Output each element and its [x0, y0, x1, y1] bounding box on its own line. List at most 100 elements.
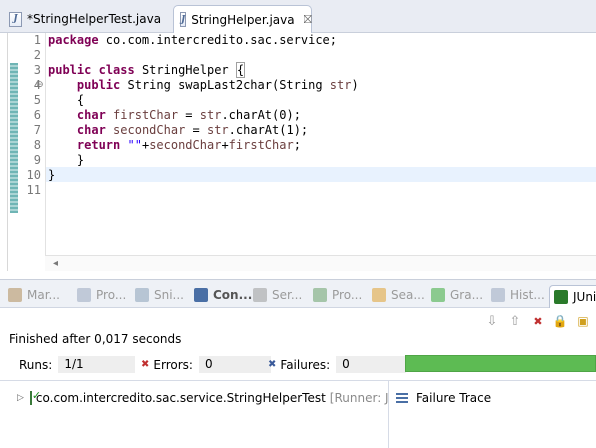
code-token: secondChar: [113, 123, 186, 137]
expand-icon[interactable]: ▷: [17, 393, 24, 403]
code-line[interactable]: }: [48, 153, 84, 168]
code-token: str: [206, 123, 229, 137]
runs-counter: Runs: 1/1: [19, 356, 136, 373]
code-token: {: [235, 62, 246, 78]
show-failures-only-icon[interactable]: ✖: [530, 313, 546, 329]
view-tab-label: Pro...: [96, 288, 127, 302]
code-token: String swapLast2char(String: [120, 78, 330, 92]
view-tab-label: Pro...: [332, 288, 363, 302]
runs-value: 1/1: [58, 356, 136, 373]
horizontal-scrollbar[interactable]: ◂: [45, 255, 596, 271]
junit-panel: Mar... Pro... Sni... Con... Ser... Pro... Sea.…: [0, 279, 596, 448]
line-number: 5: [33, 93, 41, 107]
line-number-gutter: 1 2 3 4 ⊖ 5 6 7 8 9 10 11: [18, 33, 45, 255]
code-line[interactable]: char secondChar = str.charAt(1);: [48, 123, 308, 138]
code-token: }: [48, 153, 85, 167]
line-number: 8: [33, 138, 41, 152]
close-icon[interactable]: ⛝: [304, 13, 312, 27]
view-tab-bar: Mar... Pro... Sni... Con... Ser... Pro... Sea.…: [0, 280, 596, 308]
code-line[interactable]: {: [48, 93, 84, 108]
code-token: co.com.intercredito.sac.service;: [98, 33, 337, 47]
scroll-left-icon[interactable]: ◂: [53, 256, 58, 272]
code-token: public: [76, 78, 121, 92]
failures-counter: ✖ Failures: 0: [268, 356, 407, 373]
line-number: 10: [26, 168, 41, 182]
code-token: str: [329, 78, 352, 92]
view-tab-snippets[interactable]: Sni...: [135, 285, 184, 305]
line-number: 2: [33, 48, 41, 62]
code-token: char: [76, 108, 106, 122]
view-tab-label: Con...: [213, 288, 253, 302]
code-line[interactable]: }: [48, 168, 55, 183]
code-token: ): [351, 78, 359, 92]
code-token: .charAt(0);: [221, 108, 301, 122]
line-number: 11: [26, 183, 41, 197]
view-tab-label: Mar...: [27, 288, 60, 302]
markers-icon: [8, 288, 22, 302]
next-failure-icon[interactable]: ⇩: [484, 313, 500, 329]
code-editor[interactable]: 1 2 3 4 ⊖ 5 6 7 8 9 10 11 package co.com.intercredi…: [7, 33, 596, 271]
errors-counter: ✖ Errors: 0: [141, 356, 271, 373]
code-token: StringHelper: [134, 63, 236, 77]
view-tab-servers[interactable]: Ser...: [253, 285, 302, 305]
fold-collapse-icon[interactable]: ⊖: [36, 78, 44, 93]
view-tab-properties[interactable]: Pro...: [77, 285, 126, 305]
java-file-icon: J: [9, 11, 22, 27]
failure-trace-label: Failure Trace: [416, 391, 492, 405]
rerun-icon[interactable]: ▣: [575, 313, 591, 329]
code-token: secondChar: [149, 138, 222, 152]
line-number: 7: [33, 123, 41, 137]
view-tab-label: Ser...: [272, 288, 303, 302]
code-line[interactable]: package co.com.intercredito.sac.service;: [48, 33, 337, 48]
gradle-icon: [431, 288, 445, 302]
current-line-highlight: [46, 167, 596, 182]
view-tab-gradle[interactable]: Gra...: [431, 285, 483, 305]
code-token: firstChar: [228, 138, 294, 152]
run-status: Finished after 0,017 seconds: [9, 332, 182, 346]
snippets-icon: [135, 288, 149, 302]
junit-icon: [554, 290, 568, 304]
failures-value: 0: [336, 356, 407, 373]
error-icon: ✖: [141, 359, 150, 370]
separator: [0, 380, 596, 381]
code-token: return: [76, 138, 121, 152]
code-token: .charAt(1);: [228, 123, 309, 137]
tab-label: *StringHelperTest.java: [27, 12, 162, 26]
view-tab-console[interactable]: Con...: [194, 285, 252, 305]
previous-failure-icon[interactable]: ⇧: [507, 313, 523, 329]
code-token: firstChar: [113, 108, 179, 122]
code-line[interactable]: return ""+secondChar+firstChar;: [48, 138, 301, 153]
view-tab-progress[interactable]: Pro...: [313, 285, 362, 305]
view-tab-search[interactable]: Sea...: [372, 285, 425, 305]
code-line[interactable]: public String swapLast2char(String str): [48, 78, 359, 93]
properties-icon: [77, 288, 91, 302]
tab-stringhelpertest[interactable]: J *StringHelperTest.java: [3, 5, 173, 33]
view-tab-history[interactable]: Hist...: [491, 285, 545, 305]
code-area[interactable]: package co.com.intercredito.sac.service;…: [45, 33, 596, 255]
code-line[interactable]: public class StringHelper {: [48, 62, 246, 78]
view-tab-label: Sea...: [391, 288, 425, 302]
view-tab-label: Gra...: [450, 288, 484, 302]
code-token: "": [127, 138, 142, 152]
failure-trace-header: Failure Trace: [396, 387, 491, 409]
test-runner-label: [Runner: JUnit 4]: [329, 391, 388, 405]
view-tab-markers[interactable]: Mar...: [8, 285, 60, 305]
line-number: 3: [33, 63, 41, 77]
view-tab-junit[interactable]: JUnit: [549, 285, 596, 308]
scroll-lock-icon[interactable]: 🔒: [552, 313, 568, 329]
code-token: {: [48, 93, 85, 107]
sash[interactable]: [388, 381, 389, 448]
code-token: =: [178, 108, 200, 122]
test-suite-name: co.com.intercredito.sac.service.StringHe…: [35, 391, 326, 405]
test-tree-item[interactable]: ▷ co.com.intercredito.sac.service.String…: [0, 387, 388, 409]
code-line[interactable]: char firstChar = str.charAt(0);: [48, 108, 301, 123]
code-token: package: [48, 33, 99, 47]
code-token: str: [199, 108, 222, 122]
tab-stringhelper[interactable]: J StringHelper.java ⛝: [173, 5, 312, 33]
change-ruler: [10, 63, 18, 213]
code-token: public: [48, 63, 92, 77]
